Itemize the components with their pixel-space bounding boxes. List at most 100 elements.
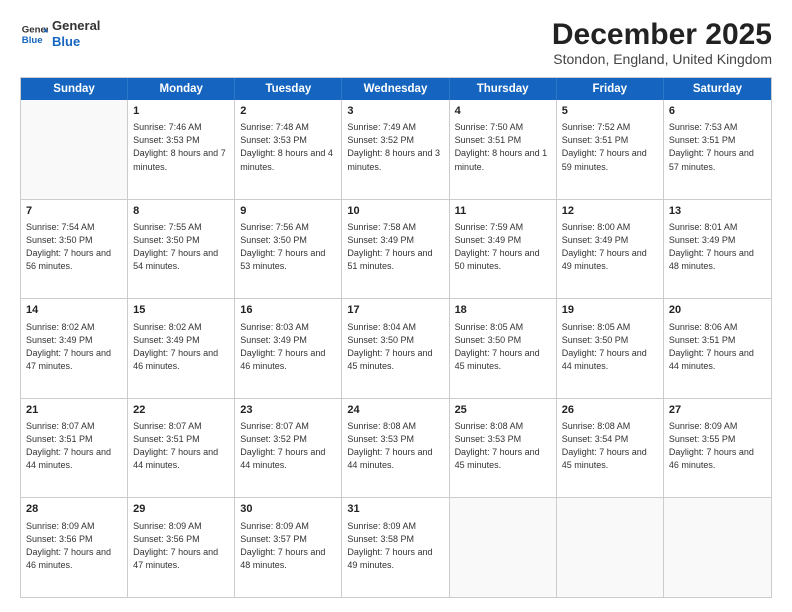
calendar-week: 28 Sunrise: 8:09 AMSunset: 3:56 PMDayligh… [21, 498, 771, 597]
day-info: Sunrise: 7:54 AMSunset: 3:50 PMDaylight:… [26, 221, 122, 273]
calendar-cell: 5 Sunrise: 7:52 AMSunset: 3:51 PMDaylight… [557, 100, 664, 199]
day-info: Sunrise: 8:02 AMSunset: 3:49 PMDaylight:… [26, 321, 122, 373]
calendar-header-cell: Thursday [450, 78, 557, 100]
svg-text:General: General [22, 24, 48, 35]
calendar-cell: 27 Sunrise: 8:09 AMSunset: 3:55 PMDayligh… [664, 399, 771, 498]
calendar-cell: 3Sunrise: 7:49 AMSunset: 3:52 PMDaylight… [342, 100, 449, 199]
calendar-week: 21 Sunrise: 8:07 AMSunset: 3:51 PMDayligh… [21, 399, 771, 499]
day-number: 9 [240, 204, 336, 219]
calendar-cell: 8 Sunrise: 7:55 AMSunset: 3:50 PMDaylight… [128, 200, 235, 299]
header: General Blue General Blue December 2025 … [20, 18, 772, 67]
day-info: Sunrise: 7:56 AMSunset: 3:50 PMDaylight:… [240, 221, 336, 273]
day-info: Sunrise: 8:08 AMSunset: 3:54 PMDaylight:… [562, 420, 658, 472]
day-number: 14 [26, 303, 122, 318]
calendar-cell: 13 Sunrise: 8:01 AMSunset: 3:49 PMDayligh… [664, 200, 771, 299]
calendar-cell: 25 Sunrise: 8:08 AMSunset: 3:53 PMDayligh… [450, 399, 557, 498]
day-info: Sunrise: 8:09 AMSunset: 3:58 PMDaylight:… [347, 520, 443, 572]
day-number: 26 [562, 403, 658, 418]
calendar-cell-empty [450, 498, 557, 597]
day-number: 16 [240, 303, 336, 318]
day-info: Sunrise: 8:08 AMSunset: 3:53 PMDaylight:… [455, 420, 551, 472]
calendar-cell: 31Sunrise: 8:09 AMSunset: 3:58 PMDayligh… [342, 498, 449, 597]
calendar-cell: 1 Sunrise: 7:46 AMSunset: 3:53 PMDaylight… [128, 100, 235, 199]
day-number: 18 [455, 303, 551, 318]
calendar-week: 1 Sunrise: 7:46 AMSunset: 3:53 PMDaylight… [21, 100, 771, 200]
svg-text:Blue: Blue [22, 34, 43, 45]
day-info: Sunrise: 7:50 AMSunset: 3:51 PMDaylight:… [455, 121, 551, 173]
calendar-cell-empty [664, 498, 771, 597]
logo-text-blue: Blue [52, 34, 100, 50]
calendar-cell: 19 Sunrise: 8:05 AMSunset: 3:50 PMDayligh… [557, 299, 664, 398]
day-info: Sunrise: 8:01 AMSunset: 3:49 PMDaylight:… [669, 221, 766, 273]
day-number: 23 [240, 403, 336, 418]
calendar-cell: 15 Sunrise: 8:02 AMSunset: 3:49 PMDayligh… [128, 299, 235, 398]
calendar-cell: 18 Sunrise: 8:05 AMSunset: 3:50 PMDayligh… [450, 299, 557, 398]
calendar-header-cell: Saturday [664, 78, 771, 100]
calendar-week: 14 Sunrise: 8:02 AMSunset: 3:49 PMDayligh… [21, 299, 771, 399]
calendar-cell: 10 Sunrise: 7:58 AMSunset: 3:49 PMDayligh… [342, 200, 449, 299]
calendar-cell: 2 Sunrise: 7:48 AMSunset: 3:53 PMDaylight… [235, 100, 342, 199]
calendar-cell-empty [21, 100, 128, 199]
day-info: Sunrise: 7:59 AMSunset: 3:49 PMDaylight:… [455, 221, 551, 273]
day-number: 17 [347, 303, 443, 318]
calendar-cell: 7 Sunrise: 7:54 AMSunset: 3:50 PMDaylight… [21, 200, 128, 299]
calendar-header-cell: Tuesday [235, 78, 342, 100]
day-number: 22 [133, 403, 229, 418]
calendar-cell: 17 Sunrise: 8:04 AMSunset: 3:50 PMDayligh… [342, 299, 449, 398]
day-number: 4 [455, 104, 551, 119]
day-number: 15 [133, 303, 229, 318]
day-number: 2 [240, 104, 336, 119]
day-number: 8 [133, 204, 229, 219]
calendar: SundayMondayTuesdayWednesdayThursdayFrid… [20, 77, 772, 598]
day-info: Sunrise: 7:46 AMSunset: 3:53 PMDaylight:… [133, 121, 229, 173]
calendar-header-row: SundayMondayTuesdayWednesdayThursdayFrid… [21, 78, 771, 100]
day-number: 27 [669, 403, 766, 418]
day-number: 25 [455, 403, 551, 418]
day-number: 5 [562, 104, 658, 119]
day-number: 7 [26, 204, 122, 219]
page: General Blue General Blue December 2025 … [0, 0, 792, 612]
calendar-cell: 30Sunrise: 8:09 AMSunset: 3:57 PMDayligh… [235, 498, 342, 597]
day-info: Sunrise: 8:09 AMSunset: 3:55 PMDaylight:… [669, 420, 766, 472]
day-number: 10 [347, 204, 443, 219]
calendar-cell: 21Sunrise: 8:07 AMSunset: 3:51 PMDayligh… [21, 399, 128, 498]
calendar-cell: 20Sunrise: 8:06 AMSunset: 3:51 PMDayligh… [664, 299, 771, 398]
calendar-header-cell: Friday [557, 78, 664, 100]
calendar-header-cell: Monday [128, 78, 235, 100]
logo-icon: General Blue [20, 20, 48, 48]
day-info: Sunrise: 7:48 AMSunset: 3:53 PMDaylight:… [240, 121, 336, 173]
day-info: Sunrise: 7:52 AMSunset: 3:51 PMDaylight:… [562, 121, 658, 173]
day-number: 19 [562, 303, 658, 318]
calendar-cell: 4 Sunrise: 7:50 AMSunset: 3:51 PMDaylight… [450, 100, 557, 199]
day-number: 13 [669, 204, 766, 219]
day-info: Sunrise: 8:08 AMSunset: 3:53 PMDaylight:… [347, 420, 443, 472]
day-info: Sunrise: 8:07 AMSunset: 3:52 PMDaylight:… [240, 420, 336, 472]
day-info: Sunrise: 8:02 AMSunset: 3:49 PMDaylight:… [133, 321, 229, 373]
day-number: 21 [26, 403, 122, 418]
calendar-cell: 22 Sunrise: 8:07 AMSunset: 3:51 PMDayligh… [128, 399, 235, 498]
day-info: Sunrise: 8:04 AMSunset: 3:50 PMDaylight:… [347, 321, 443, 373]
calendar-cell: 23 Sunrise: 8:07 AMSunset: 3:52 PMDayligh… [235, 399, 342, 498]
calendar-week: 7 Sunrise: 7:54 AMSunset: 3:50 PMDaylight… [21, 200, 771, 300]
calendar-cell: 29Sunrise: 8:09 AMSunset: 3:56 PMDayligh… [128, 498, 235, 597]
day-info: Sunrise: 7:58 AMSunset: 3:49 PMDaylight:… [347, 221, 443, 273]
day-number: 1 [133, 104, 229, 119]
calendar-cell: 24Sunrise: 8:08 AMSunset: 3:53 PMDayligh… [342, 399, 449, 498]
calendar-cell: 12Sunrise: 8:00 AMSunset: 3:49 PMDayligh… [557, 200, 664, 299]
day-number: 28 [26, 502, 122, 517]
day-info: Sunrise: 8:07 AMSunset: 3:51 PMDaylight:… [133, 420, 229, 472]
day-info: Sunrise: 7:53 AMSunset: 3:51 PMDaylight:… [669, 121, 766, 173]
day-info: Sunrise: 8:05 AMSunset: 3:50 PMDaylight:… [562, 321, 658, 373]
day-info: Sunrise: 8:00 AMSunset: 3:49 PMDaylight:… [562, 221, 658, 273]
day-number: 3 [347, 104, 443, 119]
day-number: 6 [669, 104, 766, 119]
day-info: Sunrise: 8:09 AMSunset: 3:56 PMDaylight:… [133, 520, 229, 572]
calendar-cell: 26 Sunrise: 8:08 AMSunset: 3:54 PMDayligh… [557, 399, 664, 498]
day-info: Sunrise: 8:05 AMSunset: 3:50 PMDaylight:… [455, 321, 551, 373]
day-info: Sunrise: 7:55 AMSunset: 3:50 PMDaylight:… [133, 221, 229, 273]
calendar-cell: 9 Sunrise: 7:56 AMSunset: 3:50 PMDaylight… [235, 200, 342, 299]
page-title: December 2025 [552, 18, 772, 51]
logo: General Blue General Blue [20, 18, 100, 49]
calendar-header-cell: Sunday [21, 78, 128, 100]
day-info: Sunrise: 8:03 AMSunset: 3:49 PMDaylight:… [240, 321, 336, 373]
